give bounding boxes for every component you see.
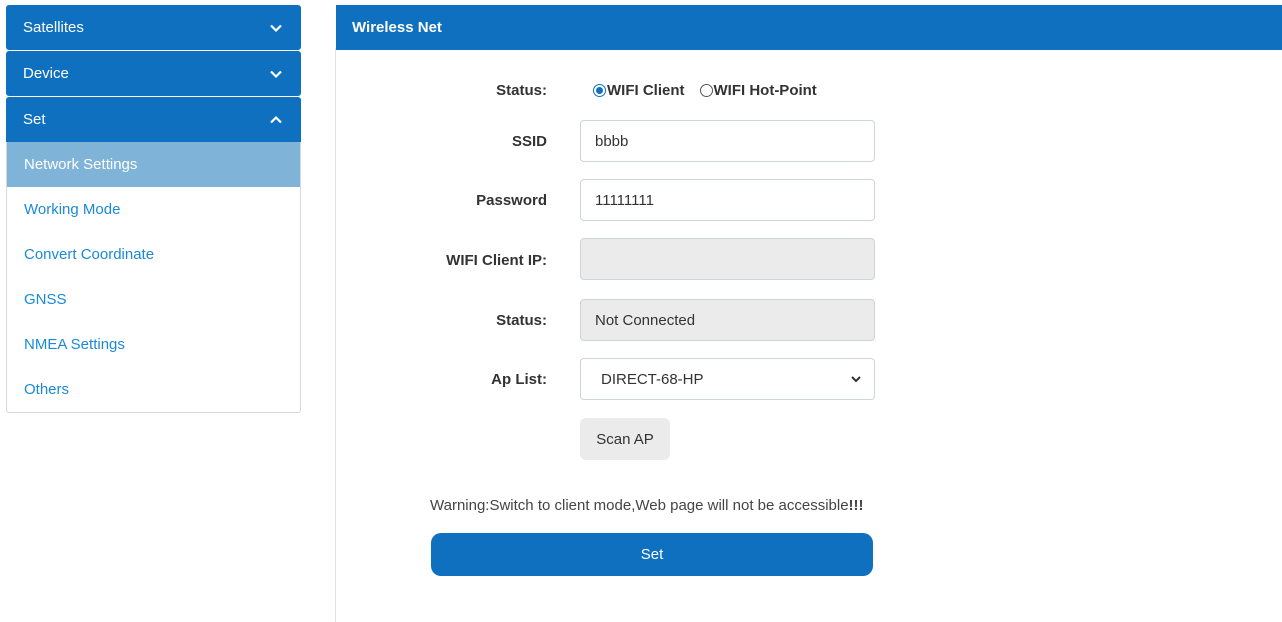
sidebar-item-nmea-settings[interactable]: NMEA Settings — [7, 322, 300, 367]
ap-list-select[interactable]: DIRECT-68-HP — [580, 358, 875, 400]
radio-checked-icon[interactable] — [593, 84, 606, 97]
panel-divider — [335, 48, 336, 622]
sidebar-item-convert-coordinate[interactable]: Convert Coordinate — [7, 232, 300, 277]
radio-unchecked-icon[interactable] — [699, 84, 713, 97]
radio-wifi-client[interactable]: WIFI Client — [593, 82, 685, 99]
connection-status-field — [580, 299, 875, 341]
chevron-up-icon — [270, 115, 282, 123]
ssid-label: SSID — [511, 133, 547, 150]
sidebar-item-gnss[interactable]: GNSS — [7, 277, 300, 322]
accordion-satellites-label: Satellites — [23, 19, 84, 36]
radio-wifi-hotpoint-label: WIFI Hot-Point — [713, 82, 817, 99]
radio-wifi-hotpoint[interactable]: WIFI Hot-Point — [699, 82, 817, 99]
set-submenu: Network Settings Working Mode Convert Co… — [6, 142, 301, 413]
chevron-down-icon — [851, 376, 861, 383]
warning-emphasis: !!! — [848, 497, 864, 514]
client-ip-label: WIFI Client IP: — [446, 252, 547, 269]
accordion-device-label: Device — [23, 65, 69, 82]
password-label: Password — [476, 192, 547, 209]
client-ip-field — [580, 238, 875, 280]
panel-title: Wireless Net — [336, 5, 1282, 50]
mode-label: Status: — [496, 82, 547, 99]
accordion-set-label: Set — [23, 111, 46, 128]
warning-message: Warning:Switch to client mode,Web page w… — [430, 497, 849, 514]
ap-list-label: Ap List: — [491, 371, 547, 388]
accordion-satellites[interactable]: Satellites — [6, 5, 301, 50]
connection-status-label: Status: — [496, 312, 547, 329]
mode-radio-group: WIFI Client WIFI Hot-Point — [593, 82, 817, 99]
accordion-device[interactable]: Device — [6, 51, 301, 96]
sidebar-item-network-settings[interactable]: Network Settings — [7, 142, 300, 187]
ap-list-selected-value: DIRECT-68-HP — [601, 370, 704, 388]
chevron-down-icon — [270, 70, 282, 78]
sidebar: Satellites Device Set Network Settings W… — [6, 5, 301, 413]
scan-ap-button[interactable]: Scan AP — [580, 418, 670, 460]
accordion-set[interactable]: Set — [6, 97, 301, 142]
sidebar-item-others[interactable]: Others — [7, 367, 300, 412]
sidebar-item-working-mode[interactable]: Working Mode — [7, 187, 300, 232]
warning-text: Warning:Switch to client mode,Web page w… — [430, 497, 864, 514]
set-button[interactable]: Set — [431, 533, 873, 576]
ssid-input[interactable] — [580, 120, 875, 162]
password-input[interactable] — [580, 179, 875, 221]
radio-wifi-client-label: WIFI Client — [607, 82, 685, 99]
chevron-down-icon — [270, 24, 282, 32]
